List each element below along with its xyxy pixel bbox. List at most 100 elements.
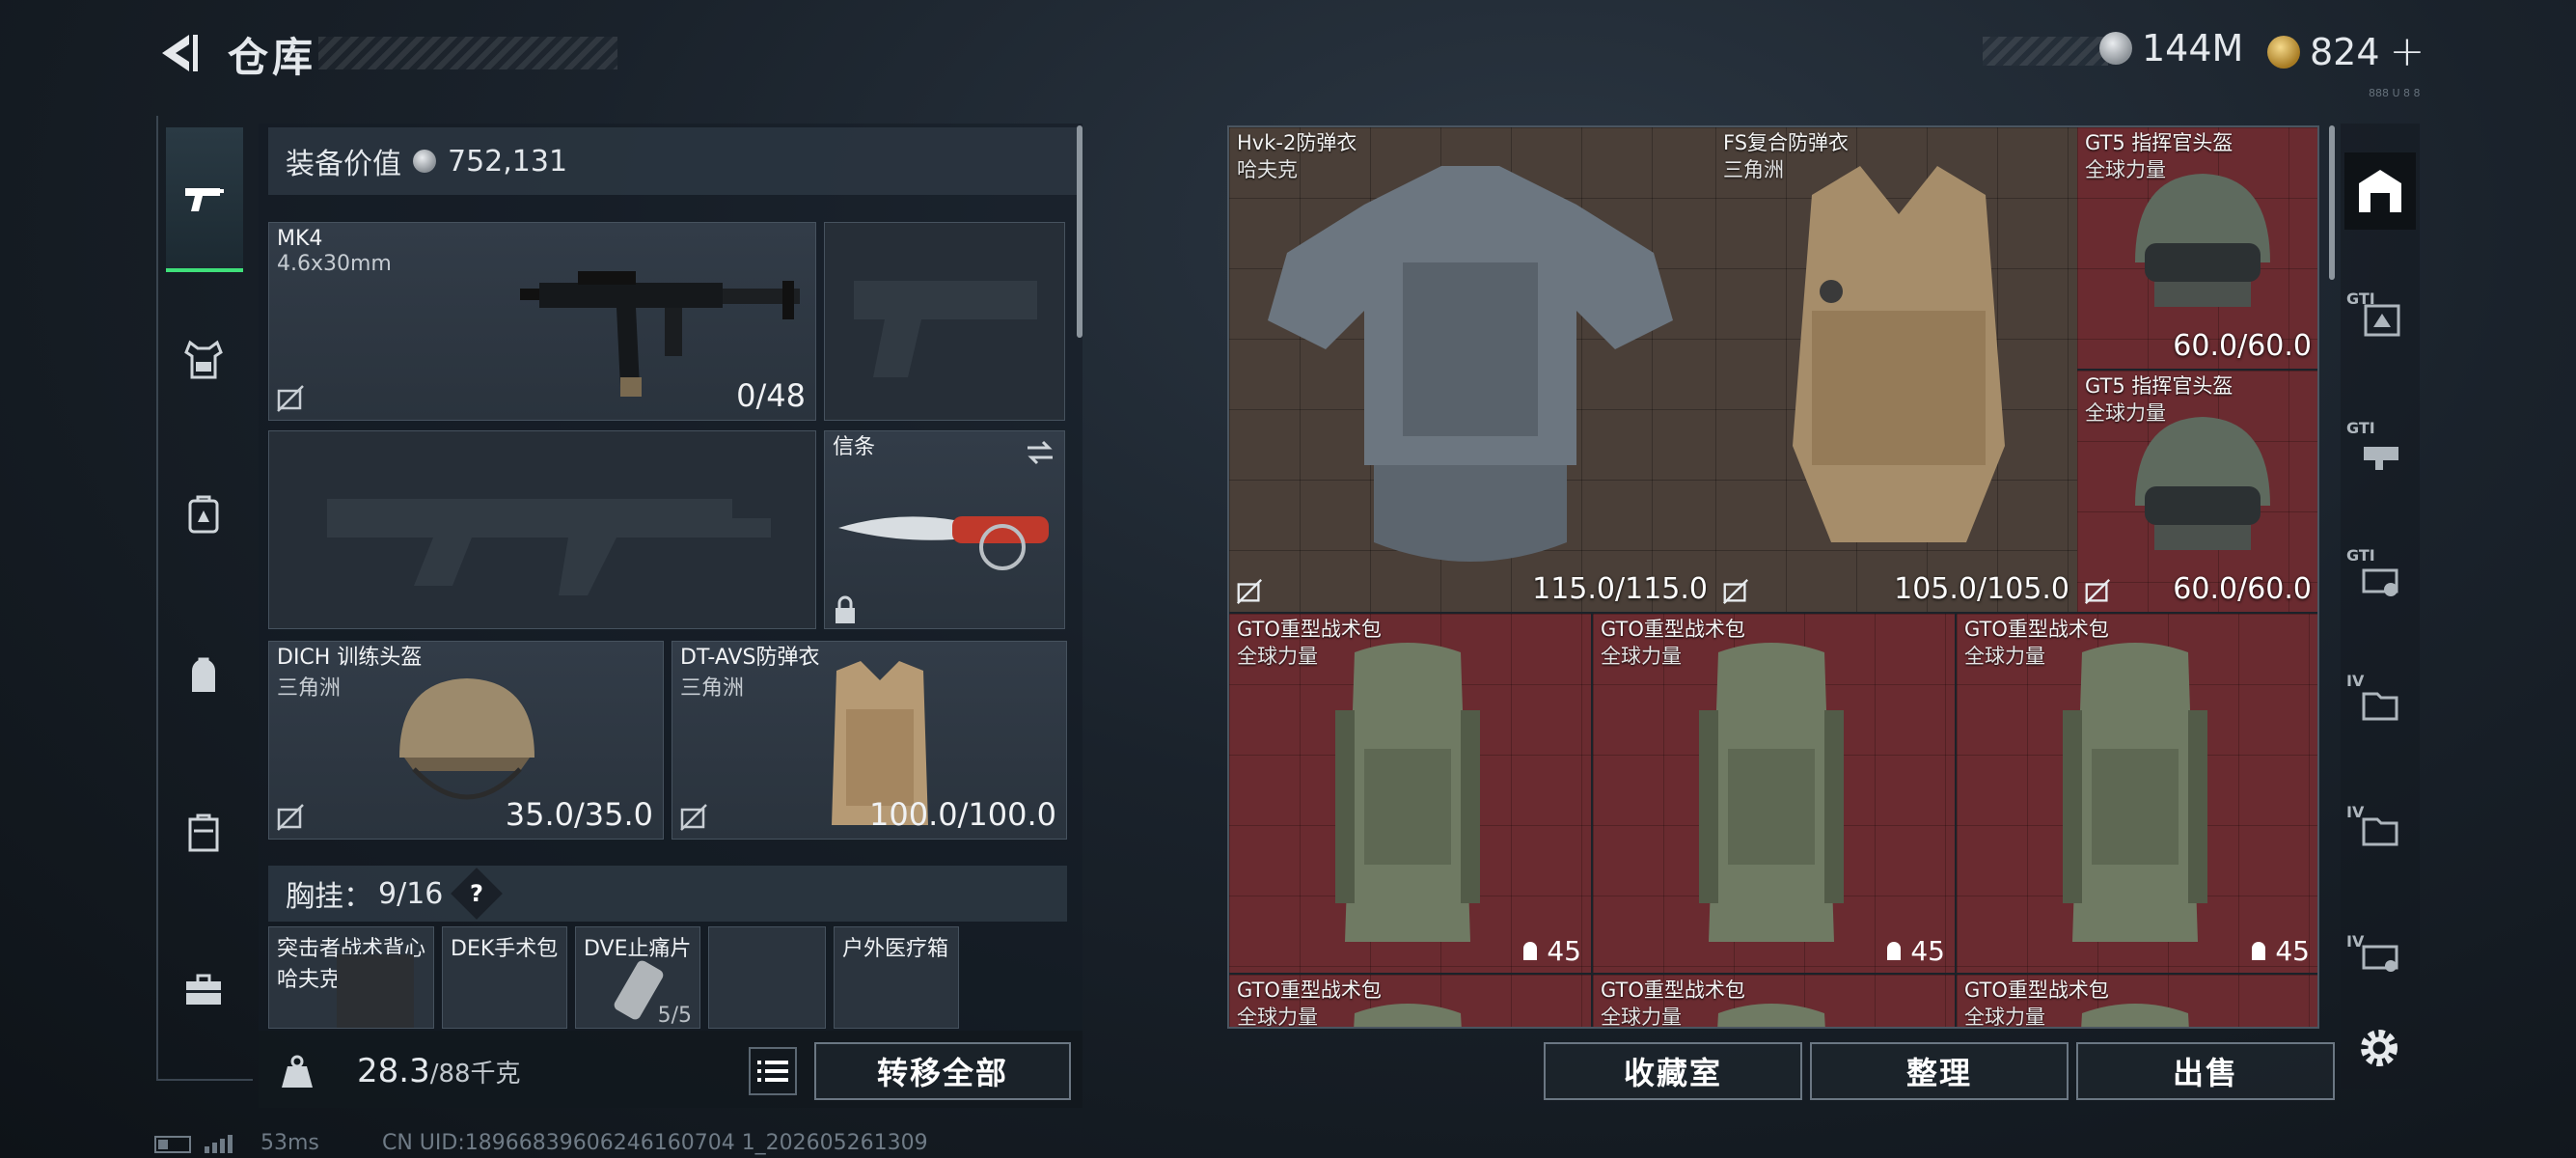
- no-insurance-icon: [1722, 578, 1749, 605]
- item-durability: 105.0/105.0: [1894, 572, 2069, 606]
- primary-weapon-ammo: 0/48: [736, 377, 806, 414]
- chest-slot-name: DEK手术包: [451, 937, 559, 961]
- storage-grid: Hvk-2防弹衣 哈夫克 115.0/115.0 FS复合防弹衣 三角洲 105…: [1227, 125, 2319, 1029]
- chest-rig-count: 9/16: [378, 876, 444, 911]
- item-brand: 全球力量: [1601, 645, 1682, 668]
- gold-currency-value: 824: [2310, 30, 2380, 73]
- armor-name: DT-AVS防弹衣: [680, 646, 820, 670]
- storage-item-armor[interactable]: FS复合防弹衣 三角洲 105.0/105.0: [1715, 127, 2077, 612]
- chest-slot-medkit[interactable]: 户外医疗箱: [834, 926, 959, 1029]
- storage-item-backpack[interactable]: GTO重型战术包 全球力量: [1229, 975, 1591, 1027]
- item-capacity: 45: [2248, 935, 2310, 967]
- weight-max: /88千克: [429, 1060, 521, 1089]
- list-view-button[interactable]: [749, 1047, 797, 1095]
- storage-scrollbar[interactable]: [2329, 125, 2335, 280]
- slot-secondary-weapon[interactable]: [268, 430, 816, 629]
- transfer-all-button[interactable]: 转移全部: [814, 1042, 1071, 1100]
- storage-tab-main[interactable]: [2344, 152, 2416, 230]
- storage-item-backpack[interactable]: GTO重型战术包 全球力量 45: [1957, 614, 2317, 973]
- gold-coin-icon: [2267, 35, 2300, 69]
- page-title: 仓库: [228, 34, 317, 81]
- chest-slot-surgery-kit[interactable]: DEK手术包: [442, 926, 567, 1029]
- help-icon[interactable]: ?: [451, 868, 504, 920]
- back-arrow-icon[interactable]: [154, 29, 203, 77]
- chest-slot-vest[interactable]: 突击者战术背心 哈夫克: [268, 926, 434, 1029]
- item-brand: 哈夫克: [1237, 158, 1298, 181]
- rail-tab-gear[interactable]: [166, 639, 241, 714]
- chest-slot-painkiller[interactable]: DVE止痛片 5/5: [575, 926, 700, 1029]
- top-tag: 888 U 8 8: [2369, 87, 2421, 99]
- weight-icon: [268, 1044, 326, 1100]
- rail-tab-cases[interactable]: [166, 795, 241, 870]
- equipment-value-header: 装备价值 752,131: [268, 127, 1079, 195]
- slot-primary-weapon[interactable]: MK4 4.6x30mm 0/48: [268, 222, 816, 421]
- storage-tab-iv-3[interactable]: [2344, 917, 2416, 994]
- pistol-icon: [185, 188, 224, 211]
- lock-icon: [836, 595, 855, 623]
- slot-body-armor[interactable]: DT-AVS防弹衣 三角洲 100.0/100.0: [671, 641, 1067, 840]
- backpack-image: [1335, 643, 1480, 942]
- equipment-value-label: 装备价值: [286, 148, 401, 181]
- battery-signal-icon: [154, 1135, 233, 1153]
- warehouse-icon: [2359, 170, 2401, 212]
- item-name: GTO重型战术包: [1237, 618, 1382, 641]
- item-brand: 三角洲: [1723, 158, 1784, 181]
- storage-item-backpack[interactable]: GTO重型战术包 全球力量 45: [1593, 614, 1955, 973]
- helmet-image: [399, 678, 534, 800]
- item-capacity: 45: [1520, 935, 1581, 967]
- slot-melee[interactable]: 信条: [824, 430, 1065, 629]
- rail-tab-backpack[interactable]: [166, 477, 241, 552]
- toolbox-icon: [186, 974, 221, 1005]
- slot-pistol[interactable]: [824, 222, 1065, 421]
- item-name: GTO重型战术包: [1601, 979, 1745, 1002]
- capacity-icon: [1523, 941, 1538, 960]
- list-icon: [757, 1061, 788, 1082]
- collection-room-button[interactable]: 收藏室: [1544, 1042, 1802, 1100]
- weight-current: 28.3: [357, 1052, 430, 1090]
- storage-item-backpack[interactable]: GTO重型战术包 全球力量 45: [1229, 614, 1591, 973]
- chest-slot-count: 5/5: [657, 1004, 692, 1028]
- case-icon: [188, 813, 219, 852]
- chest-slot-empty[interactable]: [708, 926, 826, 1029]
- helmet-durability: 35.0/35.0: [505, 796, 653, 833]
- armor-image: [1793, 166, 2005, 542]
- armor-durability: 100.0/100.0: [869, 796, 1056, 833]
- swap-icon[interactable]: [1024, 439, 1056, 466]
- primary-weapon-caliber: 4.6x30mm: [277, 252, 392, 276]
- vest-icon: [184, 340, 223, 379]
- storage-tab-label: IV: [2346, 672, 2365, 690]
- rail-tab-toolbox[interactable]: [166, 951, 241, 1027]
- backpack-icon: [188, 495, 219, 534]
- equipment-value: 752,131: [448, 144, 568, 179]
- settings-gear-icon[interactable]: [2354, 1023, 2404, 1073]
- gold-currency[interactable]: 824 +: [2267, 27, 2425, 76]
- item-name: GTO重型战术包: [1237, 979, 1382, 1002]
- helmet-brand: 三角洲: [277, 676, 342, 701]
- item-name: FS复合防弹衣: [1723, 131, 1850, 154]
- item-durability: 60.0/60.0: [2173, 329, 2312, 363]
- pistol-placeholder-icon: [854, 281, 1037, 377]
- bag-icon: [192, 657, 215, 692]
- storage-item-backpack[interactable]: GTO重型战术包 全球力量: [1593, 975, 1955, 1027]
- ping-readout: 53ms: [260, 1131, 319, 1155]
- rail-divider-bottom: [156, 1079, 253, 1081]
- storage-item-helmet[interactable]: GT5 指挥官头盔 全球力量 60.0/60.0: [2077, 127, 2317, 369]
- rail-tab-weapons[interactable]: [166, 127, 243, 272]
- sell-button[interactable]: 出售: [2076, 1042, 2335, 1100]
- equipment-scrollbar[interactable]: [1077, 125, 1082, 338]
- slot-helmet[interactable]: DICH 训练头盔 三角洲 35.0/35.0: [268, 641, 664, 840]
- storage-item-armor[interactable]: Hvk-2防弹衣 哈夫克 115.0/115.0: [1229, 127, 1715, 612]
- chest-rig-label: 胸挂：: [286, 880, 372, 914]
- organize-button[interactable]: 整理: [1810, 1042, 2069, 1100]
- weight-readout: 28.3/88千克: [357, 1052, 521, 1090]
- storage-tab-label: GTI: [2346, 419, 2375, 437]
- storage-item-helmet[interactable]: GT5 指挥官头盔 全球力量 60.0/60.0: [2077, 371, 2317, 612]
- knife-image: [838, 516, 1049, 570]
- armor-image: [1268, 166, 1673, 562]
- rail-divider: [156, 116, 158, 1081]
- item-name: GTO重型战术包: [1964, 618, 2109, 641]
- rail-tab-armor[interactable]: [166, 322, 241, 398]
- add-currency-button[interactable]: +: [2390, 27, 2425, 76]
- storage-item-backpack[interactable]: GTO重型战术包 全球力量: [1957, 975, 2317, 1027]
- storage-tab-label: IV: [2346, 803, 2365, 821]
